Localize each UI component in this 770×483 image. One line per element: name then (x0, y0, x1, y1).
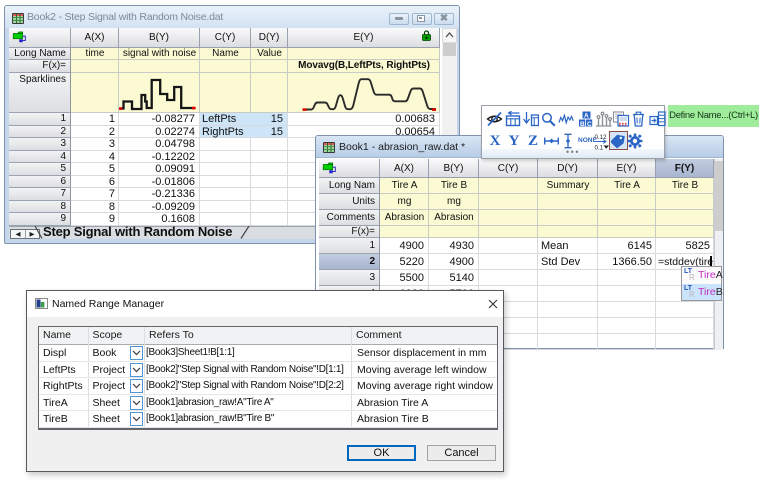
svg-text:A: A (584, 113, 589, 120)
svg-text:0.1: 0.1 (594, 144, 603, 150)
svg-text:B: B (580, 121, 585, 127)
svg-text:C: C (587, 121, 592, 127)
svg-text:0.12: 0.12 (594, 134, 607, 141)
